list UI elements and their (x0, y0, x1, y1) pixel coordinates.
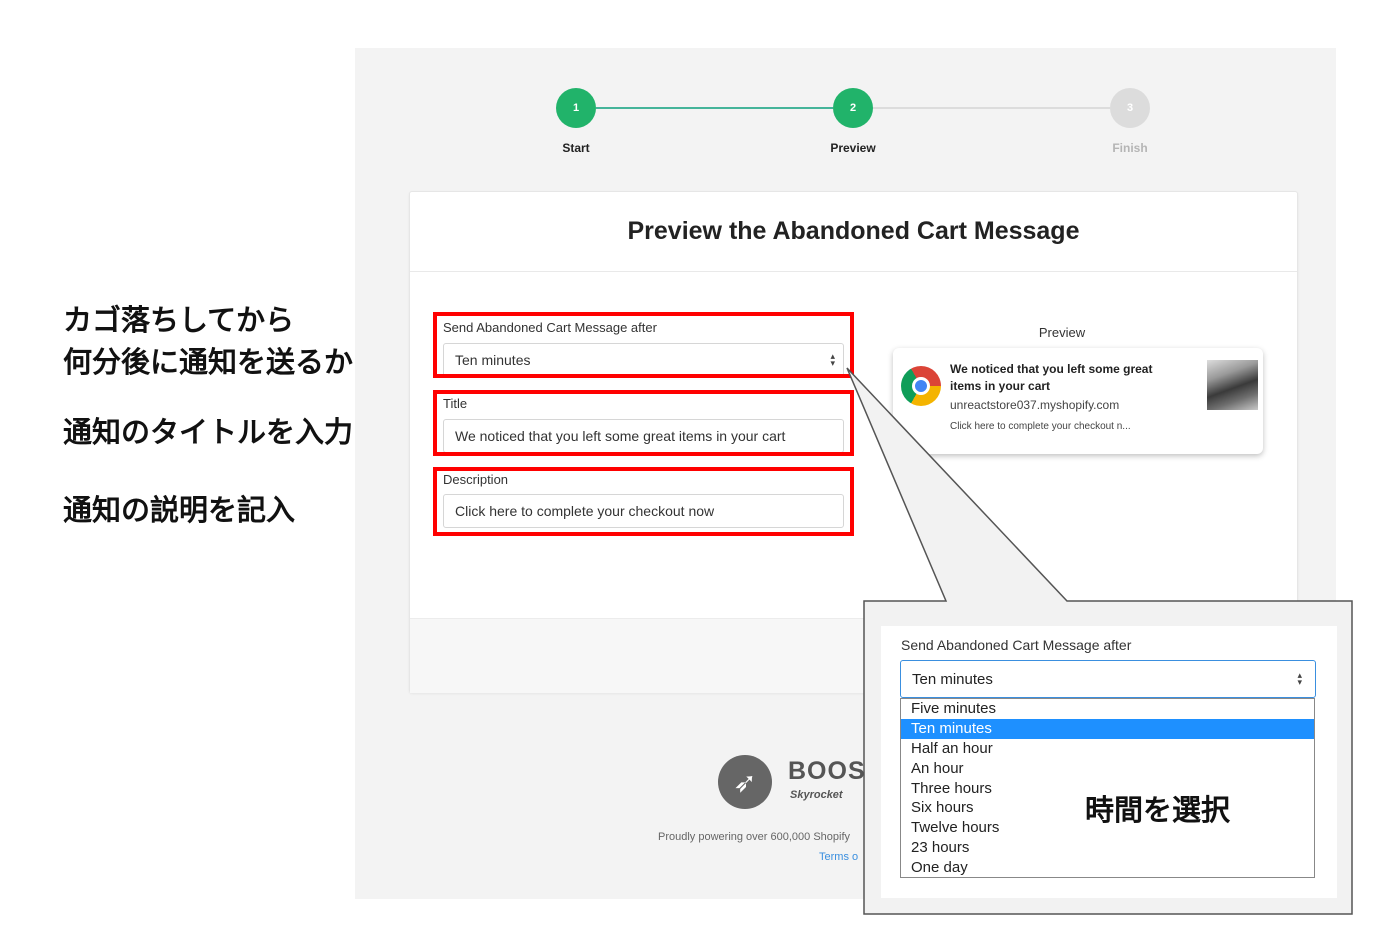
callout-label: Send Abandoned Cart Message after (901, 637, 1132, 653)
callout-select[interactable]: Ten minutes ▴ ▾ (900, 660, 1316, 698)
option-ten-minutes[interactable]: Ten minutes (901, 718, 1314, 739)
option-an-hour[interactable]: An hour (901, 759, 1314, 779)
time-option-list: Five minutes Ten minutes Half an hour An… (900, 698, 1315, 878)
annotation-title: 通知のタイトルを入力 (63, 415, 354, 449)
callout-select-value: Ten minutes (912, 670, 993, 688)
option-23-hours[interactable]: 23 hours (901, 838, 1314, 858)
annotation-send-after-line2: 何分後に通知を送るか (63, 345, 354, 379)
annotation-select-time: 時間を選択 (1085, 793, 1231, 827)
annotation-send-after-line1: カゴ落ちしてから (63, 303, 295, 337)
option-one-day[interactable]: One day (901, 858, 1314, 878)
option-five-minutes[interactable]: Five minutes (901, 699, 1314, 719)
select-arrows-icon: ▴ ▾ (1297, 670, 1302, 687)
annotation-description: 通知の説明を記入 (63, 493, 296, 527)
option-half-an-hour[interactable]: Half an hour (901, 739, 1314, 759)
